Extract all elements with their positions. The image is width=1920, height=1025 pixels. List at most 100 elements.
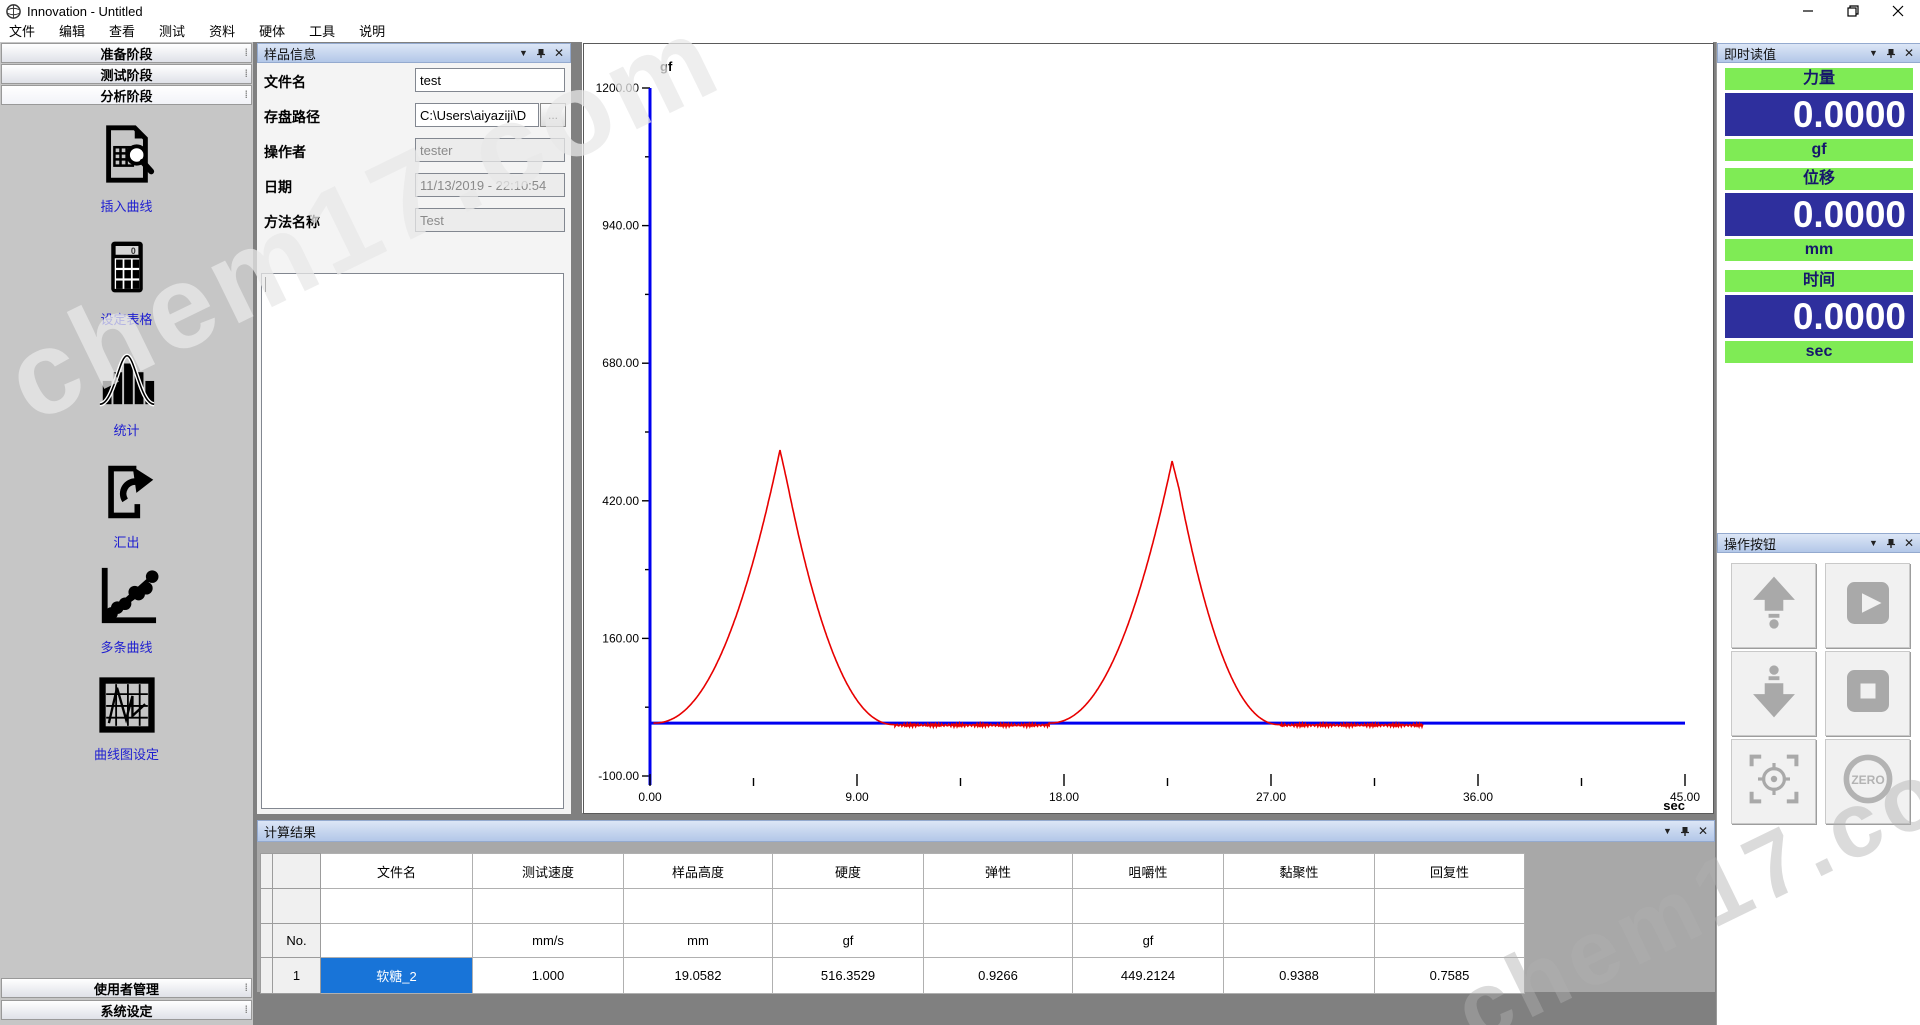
svg-text:18.00: 18.00 [1049,790,1079,804]
statistics-icon [96,397,158,414]
chart-settings-icon [98,721,156,738]
save-path-label: 存盘路径 [264,107,320,127]
zero-icon: ZERO [1836,747,1900,816]
panel-title: 即时读值 [1724,44,1776,63]
panel-title: 操作按钮 [1724,534,1776,553]
collapse-icon[interactable]: ▼ [519,48,528,58]
zero-button[interactable]: ZERO [1825,739,1910,824]
minimize-button[interactable] [1785,0,1830,22]
collapse-icon[interactable]: ▼ [1663,826,1672,836]
menu-item-查看[interactable]: 查看 [100,22,144,42]
result-cell[interactable]: 1.000 [473,958,624,994]
row-selector [261,889,273,924]
menu-item-说明[interactable]: 说明 [350,22,394,42]
stage-tab-测试阶段[interactable]: 测试阶段⁞ [1,64,252,84]
result-cell[interactable]: 软糖_2 [321,958,473,994]
pin-icon[interactable] [1680,826,1690,837]
target-button[interactable] [1731,739,1816,824]
stop-button[interactable] [1825,651,1910,736]
no-header: No. [273,924,321,958]
svg-text:36.00: 36.00 [1463,790,1493,804]
method-name-field[interactable] [415,208,565,232]
run-button[interactable] [1825,563,1910,648]
stage-tab-分析阶段[interactable]: 分析阶段⁞ [1,85,252,105]
result-cell[interactable]: 0.9388 [1224,958,1375,994]
pin-icon[interactable] [1886,538,1896,549]
menu-item-文件[interactable]: 文件 [0,22,44,42]
svg-text:420.00: 420.00 [602,494,639,508]
menu-item-测试[interactable]: 测试 [150,22,194,42]
result-cell[interactable]: 0.7585 [1375,958,1525,994]
svg-text:680.00: 680.00 [602,356,639,370]
tool-label: 多条曲线 [0,637,253,656]
file-name-label: 文件名 [264,72,306,92]
svg-text:9.00: 9.00 [845,790,869,804]
tool-insert-curve[interactable]: 插入曲线 [0,122,253,215]
tool-statistics[interactable]: 统计 [0,348,253,439]
result-cell[interactable]: 516.3529 [773,958,924,994]
app-window: Innovation - Untitled 文件编辑查看测试资料硬体工具说明 准… [0,0,1920,1025]
run-icon [1838,573,1898,638]
result-cell[interactable]: 449.2124 [1073,958,1224,994]
close-button[interactable] [1875,0,1920,22]
tool-multi-curve[interactable]: 多条曲线 [0,565,253,656]
file-name-field[interactable] [415,68,565,92]
title-bar: Innovation - Untitled [0,0,1920,22]
stage-tab-系统设定[interactable]: 系统设定⁞ [1,1000,252,1020]
pin-icon[interactable] [536,48,546,59]
grip-dots: ⁞ [245,90,247,101]
tool-export[interactable]: 汇出 [0,460,253,551]
svg-text:940.00: 940.00 [602,219,639,233]
probe-up-button[interactable] [1731,563,1816,648]
method-name-label: 方法名称 [264,212,320,232]
svg-text:1200.00: 1200.00 [596,81,640,95]
close-icon[interactable]: ✕ [554,46,564,60]
menu-item-资料[interactable]: 资料 [200,22,244,42]
force-value: 0.0000 [1725,93,1913,136]
menu-bar: 文件编辑查看测试资料硬体工具说明 [0,22,1920,42]
displacement-value: 0.0000 [1725,193,1913,236]
unit-cell [321,924,473,958]
minimize-icon [1802,5,1814,17]
collapse-icon[interactable]: ▼ [1869,538,1878,548]
close-icon[interactable]: ✕ [1698,824,1708,838]
col-header-弹性: 弹性 [924,854,1073,889]
svg-text:160.00: 160.00 [602,631,639,645]
row-selector[interactable] [261,958,273,994]
tool-label: 统计 [0,420,253,439]
probe-down-icon [1743,658,1805,729]
row-number: 1 [273,958,321,994]
tool-label: 设定表格 [0,309,253,328]
restore-button[interactable] [1830,0,1875,22]
result-cell[interactable]: 0.9266 [924,958,1073,994]
result-cell[interactable]: 19.0582 [624,958,773,994]
date-field[interactable] [415,173,565,197]
blank-cell [473,889,624,924]
unit-cell [1224,924,1375,958]
tool-chart-settings[interactable]: 曲线图设定 [0,676,253,763]
row-selector [261,924,273,958]
pin-icon[interactable] [1886,48,1896,59]
close-icon[interactable]: ✕ [1904,46,1914,60]
row-selector [261,854,273,889]
probe-down-button[interactable] [1731,651,1816,736]
stage-tab-使用者管理[interactable]: 使用者管理⁞ [1,978,252,998]
operator-field[interactable] [415,138,565,162]
browse-button[interactable]: ... [540,103,566,127]
grip-dots: ⁞ [245,48,247,59]
force-unit: gf [1725,139,1913,161]
blank-cell [624,889,773,924]
collapse-icon[interactable]: ▼ [1869,48,1878,58]
unit-cell: gf [1073,924,1224,958]
close-icon[interactable]: ✕ [1904,536,1914,550]
menu-item-硬体[interactable]: 硬体 [250,22,294,42]
stage-tab-准备阶段[interactable]: 准备阶段⁞ [1,43,252,63]
svg-text:sec: sec [1663,798,1685,813]
tool-set-table[interactable]: 0设定表格 [0,235,253,328]
menu-item-工具[interactable]: 工具 [300,22,344,42]
stop-icon [1838,661,1898,726]
sidebar: 准备阶段⁞测试阶段⁞分析阶段⁞ 插入曲线 0设定表格统计汇出多条曲线曲线图设定 使… [0,42,253,1025]
save-path-field[interactable] [415,103,539,127]
notes-textarea[interactable] [261,273,564,809]
menu-item-编辑[interactable]: 编辑 [50,22,94,42]
